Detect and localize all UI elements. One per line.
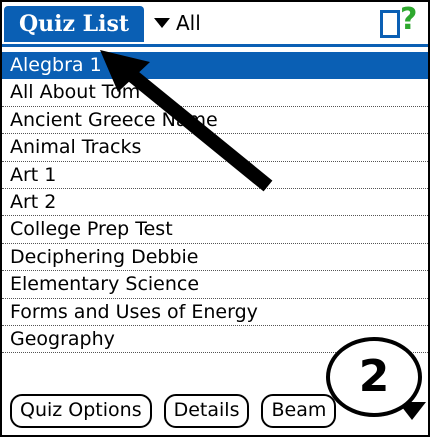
step-number-badge: 2 [326, 337, 422, 417]
